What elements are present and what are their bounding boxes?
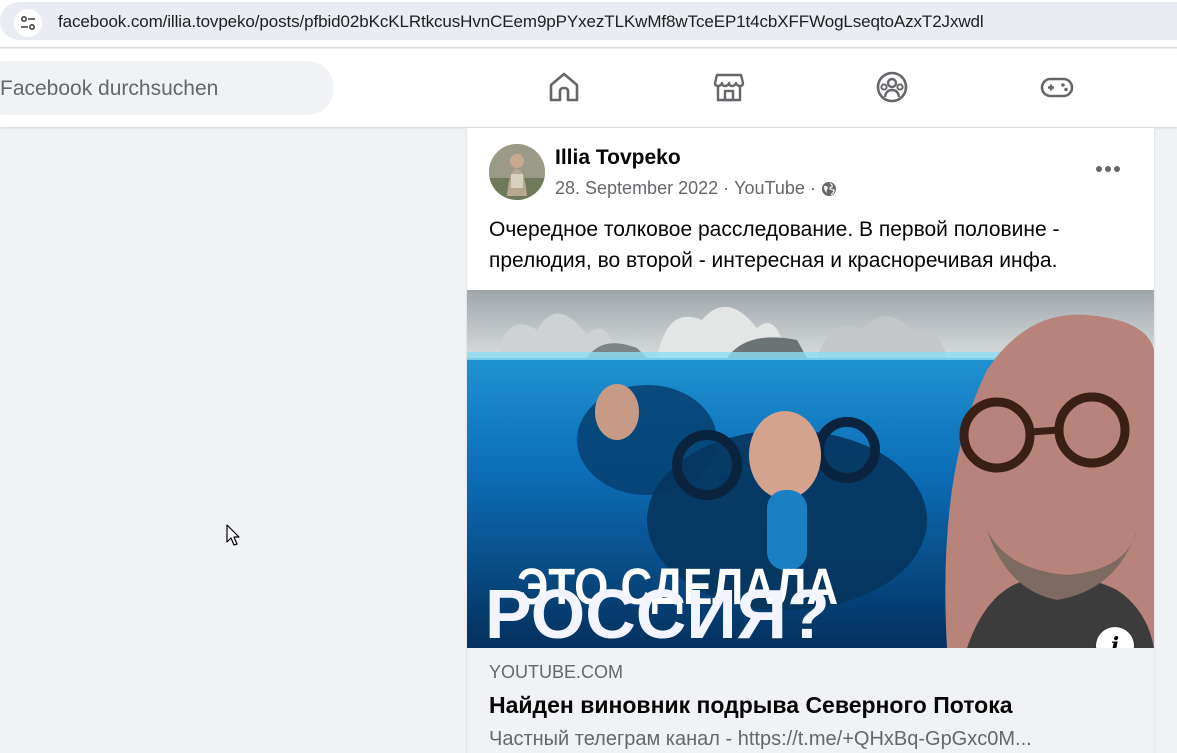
post-date[interactable]: 28. September 2022 — [555, 178, 718, 199]
tune-icon[interactable] — [14, 9, 42, 37]
avatar[interactable] — [489, 144, 545, 200]
post-author[interactable]: Illia Tovpeko — [555, 146, 681, 170]
dot-icon — [1105, 166, 1111, 172]
search-placeholder: Facebook durchsuchen — [0, 77, 219, 100]
home-icon[interactable] — [546, 69, 582, 105]
marketplace-icon[interactable] — [711, 69, 747, 105]
omnibox[interactable]: facebook.com/illia.tovpeko/posts/pfbid02… — [0, 2, 1177, 40]
dot-icon — [1096, 166, 1102, 172]
post-meta: 28. September 2022 · YouTube · — [555, 178, 837, 199]
mouse-cursor-icon — [226, 524, 242, 553]
link-thumbnail[interactable]: ЭТО СДЕЛАЛА РОССИЯ? — [467, 290, 1154, 648]
facebook-header: Facebook durchsuchen — [0, 49, 1177, 127]
link-description: Частный телеграм канал - https://t.me/+Q… — [489, 728, 1032, 750]
meta-separator: · — [809, 178, 816, 198]
thumbnail-line2: РОССИЯ? — [485, 575, 830, 648]
post-card: Illia Tovpeko 28. September 2022 · YouTu… — [467, 128, 1154, 753]
more-options-button[interactable] — [1093, 154, 1123, 184]
link-preview[interactable]: YOUTUBE.COM Найден виновник подрыва Севе… — [467, 648, 1154, 753]
meta-separator: · — [723, 178, 730, 198]
url-text[interactable]: facebook.com/illia.tovpeko/posts/pfbid02… — [58, 12, 984, 32]
link-title[interactable]: Найден виновник подрыва Северного Потока — [489, 692, 1013, 719]
search-input[interactable]: Facebook durchsuchen — [0, 61, 334, 115]
post-text: Очередное толковое расследование. В перв… — [489, 218, 1060, 272]
gaming-icon[interactable] — [1039, 69, 1075, 105]
link-domain: YOUTUBE.COM — [489, 662, 624, 682]
browser-address-bar: facebook.com/illia.tovpeko/posts/pfbid02… — [0, 0, 1177, 48]
post-source: YouTube — [734, 178, 805, 198]
globe-icon[interactable] — [821, 181, 837, 197]
dot-icon — [1114, 166, 1120, 172]
groups-icon[interactable] — [874, 69, 910, 105]
